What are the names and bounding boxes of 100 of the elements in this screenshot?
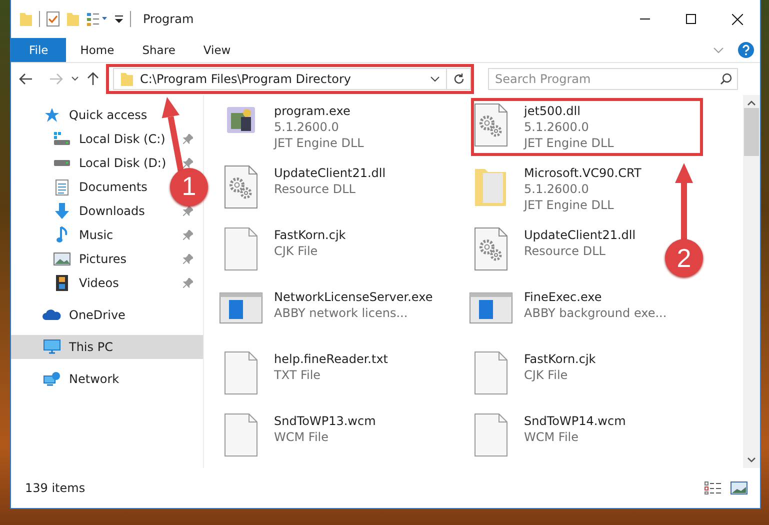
up-arrow-icon [87,72,99,86]
checkmark-document-icon[interactable] [46,11,60,27]
file-detail: JET Engine DLL [524,135,614,151]
file-detail: TXT File [274,367,322,383]
file-detail: Resource DLL [524,243,606,259]
ribbon-tab[interactable]: Share [128,38,190,62]
nav-item[interactable]: Local Disk (C:) [51,131,166,147]
file-name: SndToWP14.wcm [524,413,626,429]
back-arrow-icon [19,73,33,85]
window-title: Program [143,12,194,26]
file-name: FastKorn.cjk [524,351,596,367]
file-name: Microsoft.VC90.CRT [524,165,642,181]
blank-document-icon [473,413,509,457]
file-name: help.fineReader.txt [274,351,388,367]
file-name: SndToWP13.wcm [274,413,376,429]
ribbon-tab[interactable]: View [189,38,245,62]
recent-locations-button[interactable] [71,76,79,82]
forward-arrow-icon [49,73,63,85]
file-detail: 5.1.2600.0 [524,181,590,197]
nav-item[interactable]: Documents [51,178,148,196]
pin-icon[interactable] [183,230,193,240]
file-name: UpdateClient21.dll [524,227,636,243]
file-detail: WCM File [524,429,580,445]
file-item[interactable]: jet500.dll 5.1.2600.0 JET Engine DLL [468,103,614,151]
pin-icon[interactable] [183,134,193,144]
customize-caret-icon[interactable] [114,13,124,25]
cloud-icon [42,309,62,321]
star-icon [44,107,60,123]
maximize-icon [686,14,696,24]
nav-item[interactable]: This PC [41,339,113,355]
drive-icon [53,131,71,147]
film-icon [55,274,69,292]
dropdown-caret-icon[interactable] [430,76,440,82]
file-item[interactable]: SndToWP14.wcm WCM File [468,413,626,457]
file-detail: 5.1.2600.0 [274,119,340,135]
file-name: NetworkLicenseServer.exe [274,289,433,305]
ribbon-tab[interactable]: Home [66,38,128,62]
caret-icon [71,76,79,82]
refresh-button[interactable] [447,68,471,90]
file-item[interactable]: program.exe 5.1.2600.0 JET Engine DLL [218,103,364,151]
file-item[interactable]: FineExec.exe ABBY background exe... [468,289,667,325]
address-bar[interactable]: C:\Program Files\Program Directory [113,68,447,90]
download-arrow-icon [54,202,70,220]
chevron-down-icon[interactable] [713,46,724,54]
nav-item[interactable]: Local Disk (D:) [51,156,166,170]
refresh-icon [452,73,464,85]
file-item[interactable]: FastKorn.cjk CJK File [468,351,596,395]
blank-document-icon [223,227,259,271]
scroll-down-icon[interactable] [747,457,756,463]
scrollbar[interactable] [743,95,760,468]
file-item[interactable]: UpdateClient21.dll Resource DLL [218,165,386,209]
drive-icon [53,159,71,167]
large-icons-view-icon[interactable] [730,481,748,495]
file-detail: Resource DLL [274,181,356,197]
file-detail: CJK File [524,367,569,383]
file-menu-button[interactable]: File [11,38,66,62]
scrollbar-thumb[interactable] [744,108,759,156]
blank-document-icon [223,413,259,457]
file-detail: WCM File [274,429,330,445]
file-item[interactable]: UpdateClient21.dll Resource DLL [468,227,636,271]
gear-document-icon [223,165,259,209]
nav-item[interactable]: Videos [51,274,119,292]
file-item[interactable]: help.fineReader.txt TXT File [218,351,388,395]
help-icon[interactable] [738,42,754,58]
music-note-icon [56,226,68,244]
nav-item[interactable]: Downloads [51,202,145,220]
monitor-icon [43,339,61,355]
details-view-icon[interactable] [704,481,722,495]
nav-item[interactable]: Quick access [41,107,148,123]
gear-document-icon [473,103,509,147]
pin-icon[interactable] [183,158,193,168]
document-icon [55,178,69,196]
file-name: program.exe [274,103,352,119]
file-name: jet500.dll [524,103,582,119]
pin-icon[interactable] [183,278,193,288]
file-name: FastKorn.cjk [274,227,346,243]
file-item[interactable]: Microsoft.VC90.CRT 5.1.2600.0 JET Engine DLL [468,165,642,213]
pin-icon[interactable] [183,206,193,216]
file-detail: 5.1.2600.0 [524,119,590,135]
file-item[interactable]: FastKorn.cjk CJK File [218,227,346,271]
file-name: UpdateClient21.dll [274,165,386,181]
up-button[interactable] [87,72,99,86]
file-detail: JET Engine DLL [274,135,364,151]
gear-document-icon [473,227,509,271]
file-detail: JET Engine DLL [524,197,615,213]
nav-item[interactable]: OneDrive [41,308,126,322]
nav-item[interactable]: Network [41,371,120,387]
pin-icon[interactable] [183,254,193,264]
scroll-up-icon[interactable] [747,100,756,106]
file-item[interactable]: SndToWP13.wcm WCM File [218,413,376,457]
nav-item[interactable]: Pictures [51,252,127,266]
file-name: FineExec.exe [524,289,603,305]
nav-item[interactable]: Music [51,226,114,244]
blank-document-icon [223,351,259,395]
properties-caret-icon[interactable] [86,11,108,27]
blank-document-icon [473,351,509,395]
back-button[interactable] [19,73,33,85]
file-item[interactable]: NetworkLicenseServer.exe ABBY network licens... [218,289,433,325]
file-detail: CJK File [274,243,319,259]
folder-icon [120,71,134,87]
